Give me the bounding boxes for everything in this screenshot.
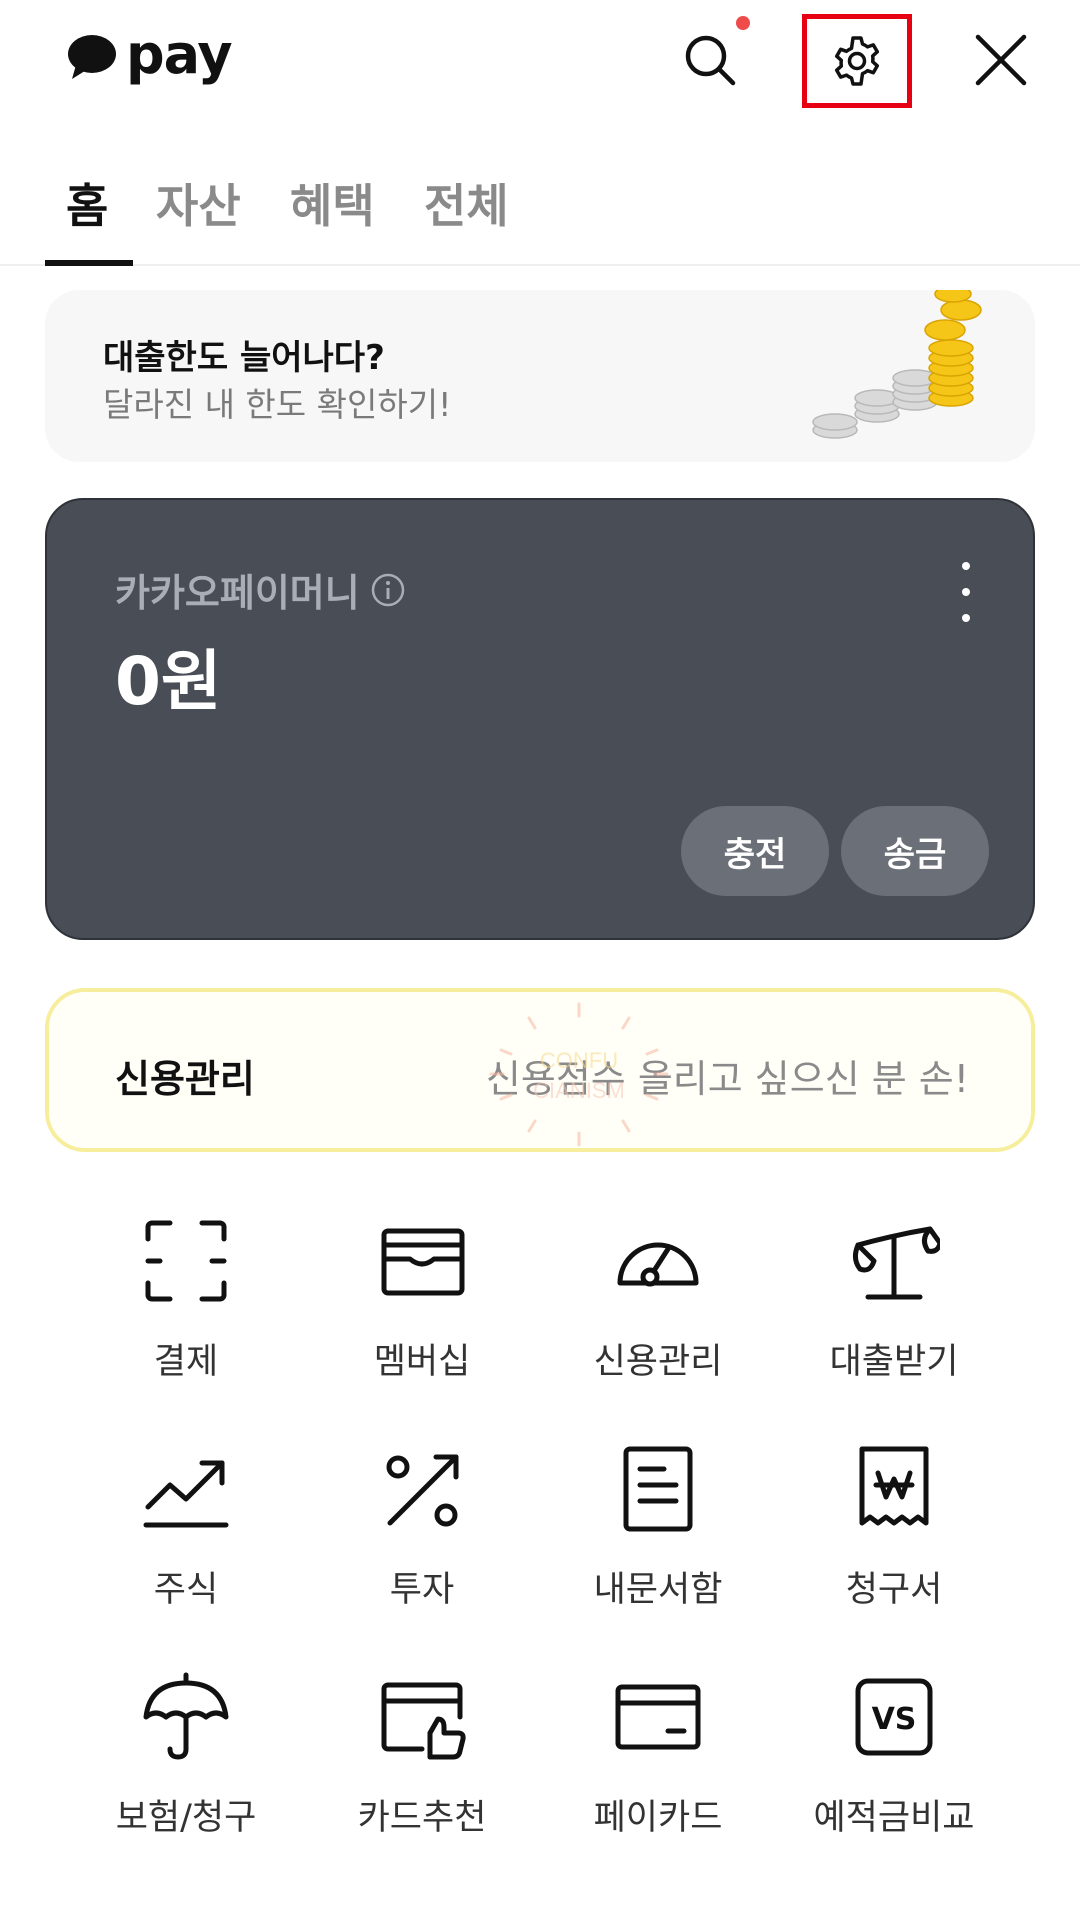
umbrella-icon	[143, 1672, 229, 1760]
menu-item-investment[interactable]: 투자	[304, 1443, 540, 1643]
credit-banner-title: 신용관리	[115, 1057, 255, 1101]
menu-item-payment[interactable]: 결제	[68, 1215, 304, 1415]
menu-item-credit[interactable]: 신용관리	[540, 1215, 776, 1415]
credit-management-banner[interactable]: 신용관리 신용점수 올리고 싶으신 분 손! CONFU CIANISM	[45, 988, 1035, 1152]
send-money-button[interactable]: 송금	[841, 806, 989, 896]
menu-label: 대출받기	[829, 1342, 959, 1382]
main-tabs: 홈 자산 혜택 전체	[0, 150, 1080, 266]
coin-stack-illustration	[812, 290, 982, 439]
svg-text:CIANISM: CIANISM	[533, 1078, 625, 1103]
kakaopay-money-card[interactable]: 카카오페이머니 0원 충전 송금	[45, 498, 1035, 940]
credit-card-icon	[615, 1684, 701, 1750]
menu-label: 내문서함	[593, 1570, 723, 1610]
banner-subtitle: 달라진 내 한도 확인하기!	[103, 385, 452, 424]
menu-item-stocks[interactable]: 주식	[68, 1443, 304, 1643]
menu-label: 주식	[153, 1570, 219, 1610]
search-button[interactable]	[655, 14, 765, 106]
percent-icon	[386, 1454, 459, 1527]
loan-limit-banner[interactable]: 대출한도 늘어나다? 달라진 내 한도 확인하기!	[45, 290, 1035, 462]
menu-label: 예적금비교	[813, 1798, 975, 1838]
wallet-icon	[381, 1228, 465, 1296]
kakaopay-logo: pay	[66, 22, 233, 92]
logo-text: pay	[126, 22, 233, 86]
card-thumbs-up-icon	[381, 1682, 466, 1760]
document-icon	[623, 1446, 693, 1532]
speech-bubble-icon	[68, 35, 116, 79]
search-icon	[685, 35, 736, 86]
menu-label: 신용관리	[593, 1342, 723, 1382]
money-balance: 0원	[115, 643, 222, 720]
tab-benefits[interactable]: 혜택	[290, 170, 375, 236]
menu-item-membership[interactable]: 멤버십	[304, 1215, 540, 1415]
menu-item-documents[interactable]: 내문서함	[540, 1443, 776, 1643]
tab-assets[interactable]: 자산	[156, 170, 241, 236]
bill-icon	[859, 1446, 929, 1526]
menu-item-loan[interactable]: 대출받기	[776, 1215, 1012, 1415]
watermark-stamp: CONFU CIANISM	[489, 1002, 669, 1147]
scale-icon	[852, 1226, 940, 1300]
close-icon	[975, 34, 1027, 86]
vs-icon: VS	[855, 1678, 933, 1756]
more-vertical-icon[interactable]	[951, 562, 981, 622]
svg-text:VS: VS	[872, 1702, 917, 1737]
charge-button[interactable]: 충전	[681, 806, 829, 896]
menu-label: 청구서	[845, 1570, 943, 1610]
menu-label: 결제	[153, 1342, 219, 1382]
gauge-icon	[617, 1242, 699, 1287]
menu-item-deposit-compare[interactable]: VS 예적금비교	[776, 1671, 1012, 1871]
settings-button[interactable]	[802, 14, 912, 108]
money-card-label-row: 카카오페이머니	[115, 562, 406, 617]
menu-label: 보험/청구	[115, 1798, 257, 1838]
menu-item-paycard[interactable]: 페이카드	[540, 1671, 776, 1871]
banner-title: 대출한도 늘어나다?	[103, 338, 385, 378]
active-tab-indicator	[45, 260, 133, 266]
gear-icon	[834, 36, 880, 86]
menu-item-card-recommend[interactable]: 카드추천	[304, 1671, 540, 1871]
menu-item-insurance[interactable]: 보험/청구	[68, 1671, 304, 1871]
tab-all[interactable]: 전체	[424, 170, 509, 236]
menu-label: 투자	[389, 1570, 455, 1610]
money-card-label: 카카오페이머니	[115, 571, 360, 615]
notification-dot	[736, 16, 750, 30]
svg-text:CONFU: CONFU	[540, 1048, 618, 1073]
menu-label: 페이카드	[593, 1798, 723, 1838]
info-icon[interactable]	[370, 572, 406, 608]
menu-label: 멤버십	[373, 1342, 471, 1382]
close-button[interactable]	[946, 14, 1056, 106]
scan-icon	[145, 1220, 227, 1302]
top-bar: pay	[0, 0, 1080, 120]
menu-label: 카드추천	[357, 1798, 487, 1838]
menu-item-bills[interactable]: 청구서	[776, 1443, 1012, 1643]
chart-up-icon	[143, 1460, 229, 1528]
tab-home[interactable]: 홈	[66, 170, 108, 236]
